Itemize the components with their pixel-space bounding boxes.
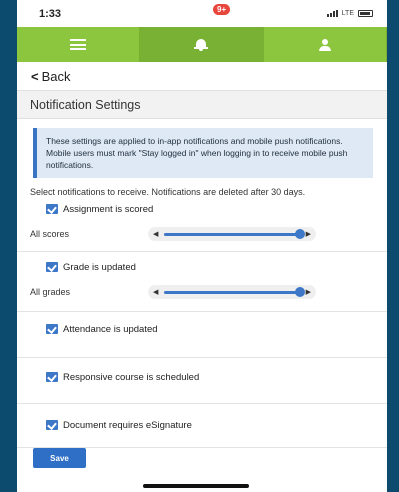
assignment-slider-row: All scores ◀ ▶ bbox=[30, 223, 375, 245]
info-callout: These settings are applied to in-app not… bbox=[33, 128, 373, 178]
back-link[interactable]: < Back bbox=[17, 62, 387, 90]
grade-checkbox[interactable] bbox=[46, 262, 58, 272]
top-nav-bar: 9+ bbox=[17, 4, 387, 62]
phone-screen: 1:33 LTE 9+ < Back Notification Settings… bbox=[17, 0, 387, 492]
slider-left-arrow-icon[interactable]: ◀ bbox=[153, 230, 158, 238]
user-icon bbox=[318, 38, 331, 51]
battery-icon bbox=[358, 10, 373, 17]
notification-item-grade: Grade is updated All grades ◀ ▶ bbox=[17, 252, 387, 312]
status-bar: 1:33 LTE bbox=[17, 0, 387, 27]
chevron-left-icon: < bbox=[31, 68, 39, 84]
notification-item-assignment: Assignment is scored All scores ◀ ▶ bbox=[17, 198, 387, 252]
status-time: 1:33 bbox=[39, 7, 62, 20]
slider-right-arrow-icon[interactable]: ▶ bbox=[306, 230, 311, 238]
nav-notifications-button[interactable] bbox=[140, 27, 264, 62]
notification-item-course: Responsive course is scheduled bbox=[17, 358, 387, 404]
course-label: Responsive course is scheduled bbox=[63, 371, 200, 383]
notification-item-esignature: Document requires eSignature bbox=[17, 404, 387, 448]
slider-fill bbox=[164, 290, 300, 294]
save-button[interactable]: Save bbox=[33, 448, 86, 468]
page-title: Notification Settings bbox=[17, 90, 387, 119]
grade-checkbox-row[interactable]: Grade is updated bbox=[30, 260, 375, 274]
notification-count-badge: 9+ bbox=[213, 4, 231, 15]
attendance-label: Attendance is updated bbox=[63, 323, 158, 335]
assignment-checkbox[interactable] bbox=[46, 204, 58, 214]
grade-label: Grade is updated bbox=[63, 261, 136, 273]
network-label: LTE bbox=[341, 10, 354, 17]
attendance-checkbox-row[interactable]: Attendance is updated bbox=[30, 322, 375, 336]
intro-text: Select notifications to receive. Notific… bbox=[30, 187, 306, 197]
home-indicator[interactable] bbox=[143, 484, 249, 488]
bell-icon bbox=[194, 38, 209, 51]
esignature-label: Document requires eSignature bbox=[63, 419, 192, 431]
slider-fill bbox=[164, 232, 300, 236]
grade-slider-label: All grades bbox=[30, 287, 71, 297]
slider-track[interactable] bbox=[164, 286, 305, 297]
assignment-checkbox-row[interactable]: Assignment is scored bbox=[30, 202, 375, 216]
assignment-label: Assignment is scored bbox=[63, 203, 154, 215]
nav-user-button[interactable] bbox=[264, 27, 387, 62]
assignment-scope-slider[interactable]: ◀ ▶ bbox=[148, 227, 316, 241]
grade-slider-row: All grades ◀ ▶ bbox=[30, 281, 375, 303]
grade-scope-slider[interactable]: ◀ ▶ bbox=[148, 285, 316, 299]
slider-thumb[interactable] bbox=[294, 286, 305, 297]
slider-track[interactable] bbox=[164, 228, 305, 239]
course-checkbox-row[interactable]: Responsive course is scheduled bbox=[30, 370, 375, 384]
slider-thumb[interactable] bbox=[294, 228, 305, 239]
assignment-slider-label: All scores bbox=[30, 229, 70, 239]
nav-menu-button[interactable] bbox=[17, 27, 141, 62]
back-label: Back bbox=[41, 68, 71, 84]
slider-right-arrow-icon[interactable]: ▶ bbox=[306, 288, 311, 296]
signal-icon bbox=[326, 10, 338, 17]
attendance-checkbox[interactable] bbox=[46, 324, 58, 334]
status-indicators: LTE bbox=[326, 10, 373, 17]
hamburger-menu-icon bbox=[70, 39, 87, 50]
esignature-checkbox-row[interactable]: Document requires eSignature bbox=[30, 418, 375, 432]
slider-left-arrow-icon[interactable]: ◀ bbox=[153, 288, 158, 296]
esignature-checkbox[interactable] bbox=[46, 420, 58, 430]
course-checkbox[interactable] bbox=[46, 372, 58, 382]
notification-item-attendance: Attendance is updated bbox=[17, 312, 387, 358]
